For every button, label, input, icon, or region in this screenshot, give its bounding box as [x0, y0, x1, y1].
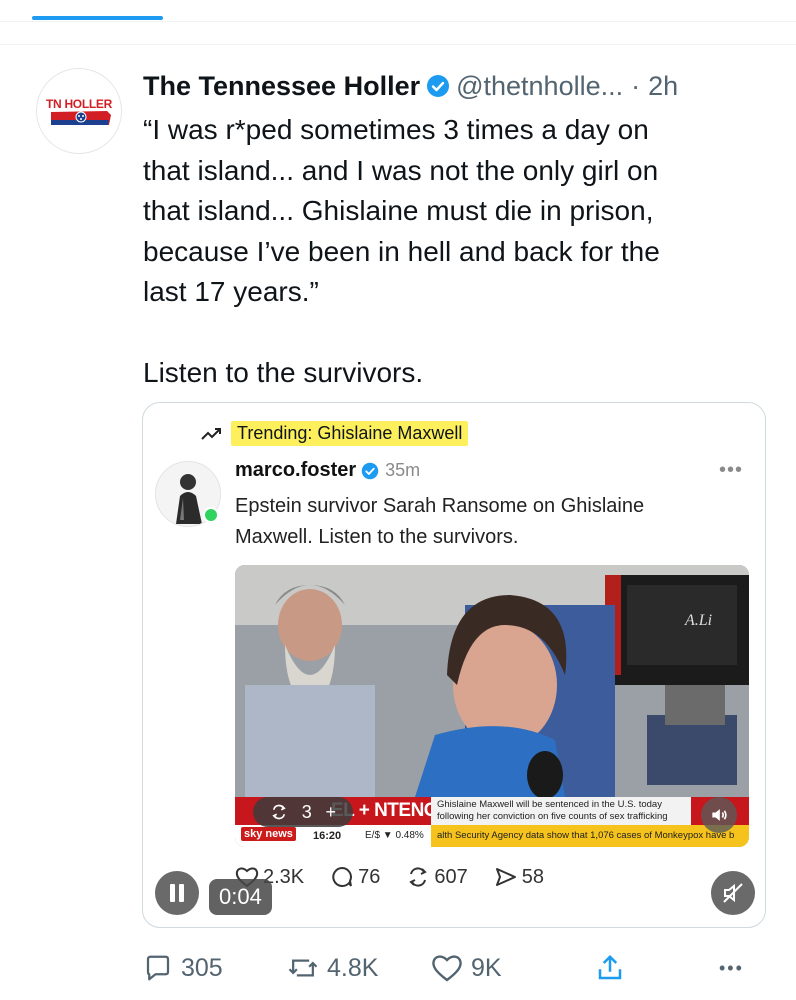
sky-news-logo: sky news [241, 827, 296, 841]
mute-button[interactable] [711, 871, 755, 915]
sound-button[interactable] [701, 797, 737, 833]
reply-count: 305 [181, 953, 223, 982]
tweet-text: “I was r*ped sometimes 3 times a day on … [143, 114, 660, 388]
reply-button[interactable]: 305 [143, 948, 223, 988]
inner-author-name[interactable]: marco.foster [235, 459, 356, 482]
trending-label: Trending: Ghislaine Maxwell [231, 421, 469, 446]
reply-icon [146, 955, 170, 981]
heart-icon [432, 955, 462, 982]
display-name[interactable]: The Tennessee Holler [143, 71, 420, 102]
inner-comment-stat[interactable]: 76 [330, 865, 380, 889]
inner-post-stats: 2.3K 76 607 58 [235, 865, 570, 889]
news-scroll-line: alth Security Agency data show that 1,07… [431, 825, 749, 847]
news-fx-rate: E/$ ▼ 0.48% [365, 830, 424, 841]
news-ticker-subtext: Ghislaine Maxwell will be sentenced in t… [431, 797, 691, 825]
verified-badge-icon [361, 462, 379, 479]
like-button[interactable]: 9K [431, 948, 502, 988]
retweet-button[interactable]: 4.8K [287, 948, 378, 988]
like-count: 9K [471, 953, 502, 982]
retweet-icon [288, 959, 318, 977]
share-button[interactable] [595, 948, 633, 988]
trending-arrow-icon [201, 427, 221, 440]
handle[interactable]: @thetnholle... [456, 71, 623, 102]
active-tab-indicator [32, 16, 163, 20]
tweet-action-bar: 305 4.8K 9K ••• [143, 948, 763, 988]
verified-badge-icon [427, 75, 450, 97]
video-time: 0:04 [209, 879, 272, 915]
separator-dot: · [631, 70, 641, 101]
inner-post-time: 35m [385, 460, 421, 480]
divider [0, 44, 796, 45]
trending-row[interactable]: Trending: Ghislaine Maxwell [201, 421, 469, 446]
avatar-logo-text: TN HOLLER [46, 97, 112, 111]
inner-comment-count: 76 [358, 865, 381, 888]
inner-post-header: marco.foster 35m [235, 459, 420, 482]
inner-more-icon[interactable]: ••• [719, 459, 743, 482]
tweet-time[interactable]: 2h [648, 71, 678, 102]
sign-text: A.Li [684, 612, 712, 629]
news-clock: 16:20 [313, 830, 342, 842]
speaker-icon [712, 809, 727, 821]
tennessee-flag-icon [51, 111, 111, 125]
inner-repost-stat[interactable]: 607 [406, 865, 468, 889]
inner-share-count: 58 [521, 865, 545, 888]
video-player[interactable]: A.Li EL + NTENCING Ghislaine Maxwell wil… [235, 565, 749, 847]
repost-overlay-pill[interactable]: 3 + [253, 797, 353, 827]
pause-button[interactable] [155, 871, 199, 915]
inner-repost-count: 607 [434, 865, 468, 888]
comment-bubble-icon [332, 866, 353, 887]
retweet-count: 4.8K [327, 953, 379, 982]
muted-speaker-icon [723, 883, 743, 903]
inner-post-text: Epstein survivor Sarah Ransome on Ghisla… [235, 495, 645, 548]
author-avatar[interactable]: TN HOLLER [36, 68, 122, 154]
repost-overlay-plus: + [325, 801, 337, 822]
embedded-post-card[interactable]: Trending: Ghislaine Maxwell marco.foster… [142, 402, 766, 928]
pause-icon [170, 884, 184, 902]
more-options-icon[interactable]: ••• [719, 948, 744, 988]
repost-icon [409, 867, 428, 887]
top-tab-bar [0, 0, 796, 22]
online-status-dot [203, 507, 219, 523]
repost-overlay-count: 3 [301, 801, 312, 822]
share-icon [598, 954, 622, 980]
repost-icon [272, 804, 286, 820]
tweet-header: The Tennessee Holler @thetnholle... · 2h [143, 66, 678, 106]
inner-share-stat[interactable]: 58 [494, 865, 544, 889]
send-icon [495, 868, 516, 886]
